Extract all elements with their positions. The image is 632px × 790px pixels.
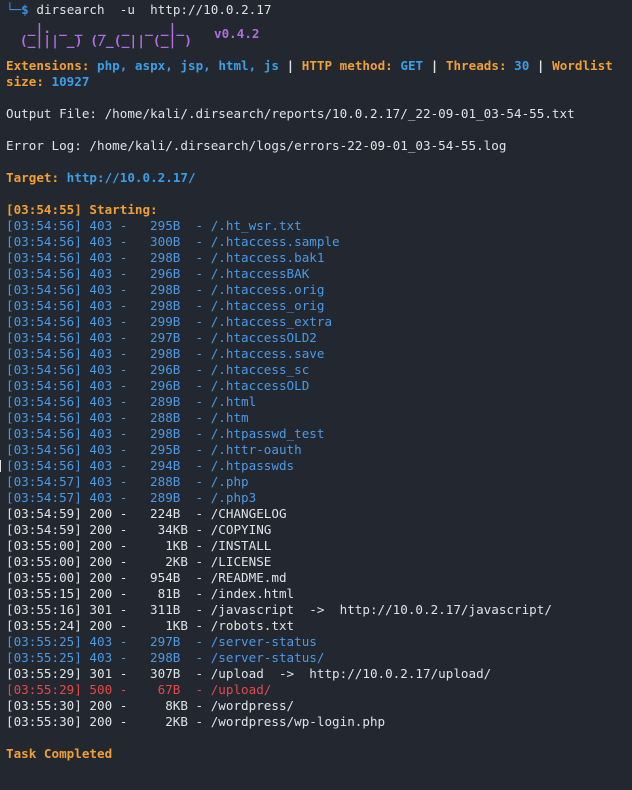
result-line: [03:54:56] 403 - 298B - /.htaccess.orig [6, 282, 325, 297]
result-line: [03:55:30] 200 - 8KB - /wordpress/ [6, 698, 295, 713]
result-line: [03:54:56] 403 - 289B - /.html [6, 394, 257, 409]
result-line: [03:55:00] 200 - 1KB - /INSTALL [6, 538, 272, 553]
method-value: GET [400, 58, 424, 73]
result-line: [03:55:29] 500 - 67B - /upload/ [6, 682, 272, 697]
prompt-corner: └─ [6, 2, 22, 17]
result-line: [03:54:56] 403 - 298B - /.htaccess.save [6, 346, 325, 361]
scan-results: [03:54:56] 403 - 295B - /.ht_wsr.txt [03… [0, 218, 632, 730]
dirsearch-banner: _|. _ _ _ _ _ _|_ (_||| _) (/_(_|| (_| )… [6, 23, 632, 58]
command-prompt: └─$ dirsearch -u http://10.0.2.17 [6, 2, 632, 18]
wordlist-value: 10927 [51, 74, 90, 89]
banner-logo: _|. _ _ _ _ _ _|_ (_||| _) (/_(_|| (_| ) [12, 23, 193, 49]
result-line: [03:54:59] 200 - 224B - /CHANGELOG [6, 506, 287, 521]
output-file-line: Output File: /home/kali/.dirsearch/repor… [6, 106, 575, 121]
result-line: [03:54:56] 403 - 298B - /.htaccess_orig [6, 298, 325, 313]
result-line: [03:54:59] 200 - 34KB - /COPYING [6, 522, 272, 537]
result-line: [03:54:57] 403 - 288B - /.php [6, 474, 249, 489]
config-summary: Extensions: php, aspx, jsp, html, js | H… [6, 58, 626, 90]
result-line: [03:55:24] 200 - 1KB - /robots.txt [6, 618, 295, 633]
prompt-dollar: $ [21, 2, 29, 17]
result-line: [03:54:56] 403 - 296B - /.htaccess_sc [6, 362, 310, 377]
result-line: [03:54:56] 403 - 300B - /.htaccess.sampl… [6, 234, 340, 249]
target-url: http://10.0.2.17/ [66, 170, 196, 185]
result-line: [03:54:56] 403 - 296B - /.htaccessBAK [6, 266, 310, 281]
target-line: Target: http://10.0.2.17/ [6, 170, 632, 186]
result-line: [03:54:57] 403 - 289B - /.php3 [6, 490, 257, 505]
error-log-line: Error Log: /home/kali/.dirsearch/logs/er… [6, 138, 507, 153]
result-line: [03:55:00] 200 - 954B - /README.md [6, 570, 287, 585]
separator: | [286, 58, 295, 73]
result-line: [03:54:56] 403 - 295B - /.ht_wsr.txt [6, 218, 302, 233]
result-line: [03:55:25] 403 - 298B - /server-status/ [6, 650, 325, 665]
method-label: HTTP method: [301, 58, 393, 73]
result-line: [03:55:00] 200 - 2KB - /LICENSE [6, 554, 272, 569]
result-line: [03:55:30] 200 - 2KB - /wordpress/wp-log… [6, 714, 386, 729]
separator: | [536, 58, 545, 73]
result-line: [03:54:56] 403 - 288B - /.htm [6, 410, 249, 425]
result-line: [03:54:56] 403 - 298B - /.htaccess.bak1 [6, 250, 325, 265]
result-line: [03:55:15] 200 - 81B - /index.html [6, 586, 295, 601]
command-text: dirsearch -u http://10.0.2.17 [36, 2, 272, 17]
terminal-window[interactable]: └─$ dirsearch -u http://10.0.2.17 _|. _ … [0, 0, 632, 790]
banner-version: v0.4.2 [214, 26, 260, 41]
starting-line: [03:54:55] Starting: [6, 202, 158, 217]
banner-art-line-2: (_||| _) (/_(_|| (_| ) [12, 34, 193, 49]
separator: | [430, 58, 439, 73]
task-completed-line: Task Completed [6, 746, 113, 761]
result-line: [03:54:56] 403 - 296B - /.htaccessOLD [6, 378, 310, 393]
result-line: [03:54:56] 403 - 294B - /.htpasswds [0, 458, 632, 474]
threads-value: 30 [514, 58, 530, 73]
target-label: Target: [6, 170, 60, 185]
result-line: [03:55:16] 301 - 311B - /javascript -> h… [6, 602, 552, 617]
result-line: [03:54:56] 403 - 298B - /.htpasswd_test [6, 426, 325, 441]
result-line: [03:54:56] 403 - 299B - /.htaccess_extra [6, 314, 333, 329]
result-line: [03:55:25] 403 - 297B - /server-status [6, 634, 317, 649]
result-line: [03:54:56] 403 - 297B - /.htaccessOLD2 [6, 330, 317, 345]
threads-label: Threads: [445, 58, 507, 73]
result-line: [03:54:56] 403 - 295B - /.httr-oauth [6, 442, 302, 457]
result-line: [03:55:29] 301 - 307B - /upload -> http:… [6, 666, 492, 681]
extensions-value: php, aspx, jsp, html, js [97, 58, 279, 73]
